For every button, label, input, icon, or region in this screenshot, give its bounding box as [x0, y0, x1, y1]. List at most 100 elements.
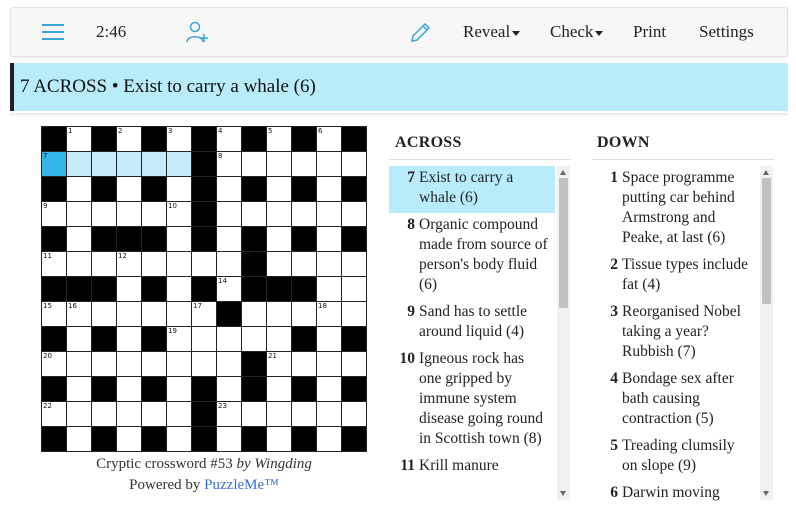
- down-clue[interactable]: 3 Reorganised Nobel taking a year? Rubbis…: [592, 300, 758, 367]
- grid-cell[interactable]: 16: [67, 302, 91, 326]
- grid-cell[interactable]: [342, 202, 366, 226]
- grid-cell[interactable]: [317, 402, 341, 426]
- grid-cell[interactable]: [117, 327, 141, 351]
- down-clue-list[interactable]: 1 Space programme putting car behind Arms…: [592, 166, 758, 506]
- scroll-up-icon[interactable]: [560, 170, 566, 175]
- grid-cell[interactable]: [142, 352, 166, 376]
- grid-cell[interactable]: 2: [117, 127, 141, 151]
- grid-cell[interactable]: [342, 252, 366, 276]
- across-clue[interactable]: 8 Organic compound made from source of pe…: [389, 213, 555, 300]
- grid-cell[interactable]: [167, 377, 191, 401]
- grid-cell[interactable]: [317, 227, 341, 251]
- grid-cell[interactable]: 18: [317, 302, 341, 326]
- grid-cell[interactable]: [242, 202, 266, 226]
- across-clue-list[interactable]: 7 Exist to carry a whale (6) 8 Organic comp…: [389, 166, 555, 506]
- grid-cell[interactable]: [117, 177, 141, 201]
- grid-cell[interactable]: [242, 402, 266, 426]
- across-scrollbar[interactable]: [557, 166, 570, 500]
- grid-cell[interactable]: [167, 277, 191, 301]
- grid-cell[interactable]: [292, 302, 316, 326]
- grid-cell[interactable]: 8: [217, 152, 241, 176]
- down-clue[interactable]: 6 Darwin moving: [592, 481, 758, 506]
- grid-cell[interactable]: [292, 352, 316, 376]
- grid-cell[interactable]: 10: [167, 202, 191, 226]
- grid-cell[interactable]: [267, 177, 291, 201]
- grid-cell[interactable]: [92, 252, 116, 276]
- grid-cell[interactable]: [292, 152, 316, 176]
- grid-cell[interactable]: [342, 277, 366, 301]
- reveal-menu[interactable]: Reveal: [463, 8, 521, 56]
- grid-cell[interactable]: 22: [42, 402, 66, 426]
- grid-cell[interactable]: [342, 152, 366, 176]
- grid-cell[interactable]: [117, 202, 141, 226]
- grid-cell[interactable]: [117, 302, 141, 326]
- grid-cell[interactable]: [317, 277, 341, 301]
- grid-cell[interactable]: [117, 277, 141, 301]
- add-user-icon[interactable]: [185, 20, 209, 44]
- grid-cell[interactable]: [67, 402, 91, 426]
- grid-cell[interactable]: [92, 152, 116, 176]
- grid-cell[interactable]: 6: [317, 127, 341, 151]
- grid-cell[interactable]: [217, 177, 241, 201]
- grid-cell[interactable]: [317, 177, 341, 201]
- grid-cell[interactable]: [142, 152, 166, 176]
- grid-cell[interactable]: [242, 302, 266, 326]
- grid-cell[interactable]: [67, 177, 91, 201]
- grid-cell[interactable]: [292, 402, 316, 426]
- across-clue[interactable]: 11 Krill manure: [389, 454, 555, 481]
- grid-cell[interactable]: [167, 227, 191, 251]
- grid-cell[interactable]: [217, 352, 241, 376]
- grid-cell[interactable]: [117, 377, 141, 401]
- grid-cell[interactable]: 5: [267, 127, 291, 151]
- grid-cell[interactable]: 1: [67, 127, 91, 151]
- grid-cell[interactable]: [217, 427, 241, 451]
- grid-cell[interactable]: [167, 152, 191, 176]
- grid-cell[interactable]: [67, 227, 91, 251]
- grid-cell[interactable]: [117, 352, 141, 376]
- grid-cell[interactable]: [317, 202, 341, 226]
- down-clue[interactable]: 5 Treading clumsily on slope (9): [592, 434, 758, 481]
- across-clue[interactable]: 7 Exist to carry a whale (6): [389, 166, 555, 213]
- grid-cell[interactable]: [217, 227, 241, 251]
- grid-cell[interactable]: [217, 252, 241, 276]
- grid-cell[interactable]: [292, 252, 316, 276]
- scroll-down-icon[interactable]: [763, 491, 769, 496]
- grid-cell[interactable]: [92, 202, 116, 226]
- grid-cell[interactable]: [342, 402, 366, 426]
- grid-cell[interactable]: [167, 427, 191, 451]
- down-scrollbar[interactable]: [760, 166, 773, 500]
- grid-cell[interactable]: [267, 202, 291, 226]
- grid-cell[interactable]: 9: [42, 202, 66, 226]
- grid-cell[interactable]: [217, 327, 241, 351]
- grid-cell[interactable]: [267, 402, 291, 426]
- grid-cell[interactable]: 4: [217, 127, 241, 151]
- grid-cell[interactable]: [167, 352, 191, 376]
- across-clue[interactable]: 10 Igneous rock has one gripped by immune…: [389, 347, 555, 454]
- grid-cell[interactable]: [317, 377, 341, 401]
- grid-cell[interactable]: [117, 152, 141, 176]
- down-clue[interactable]: 1 Space programme putting car behind Arms…: [592, 166, 758, 253]
- grid-cell[interactable]: [67, 152, 91, 176]
- pencil-icon[interactable]: [409, 20, 433, 44]
- grid-cell[interactable]: [192, 252, 216, 276]
- grid-cell[interactable]: [217, 202, 241, 226]
- grid-cell[interactable]: 14: [217, 277, 241, 301]
- grid-cell[interactable]: [342, 302, 366, 326]
- crossword-grid[interactable]: 1 2 3 4 5 6 7 8 9 10 11 12 13 14 15 16 17 18 19 20 21 22 23: [41, 126, 367, 452]
- puzzleme-link[interactable]: PuzzleMe™: [204, 477, 279, 493]
- grid-cell[interactable]: [142, 402, 166, 426]
- grid-cell[interactable]: [242, 327, 266, 351]
- grid-cell[interactable]: [242, 152, 266, 176]
- print-button[interactable]: Print: [633, 8, 666, 56]
- grid-cell[interactable]: [167, 252, 191, 276]
- grid-cell[interactable]: 12: [117, 252, 141, 276]
- grid-cell[interactable]: [67, 377, 91, 401]
- grid-cell[interactable]: [142, 202, 166, 226]
- settings-button[interactable]: Settings: [699, 8, 754, 56]
- hamburger-menu-icon[interactable]: [41, 20, 65, 44]
- grid-cell[interactable]: [192, 327, 216, 351]
- grid-cell[interactable]: [67, 252, 91, 276]
- grid-cell[interactable]: 11: [42, 252, 66, 276]
- grid-cell[interactable]: [167, 402, 191, 426]
- grid-cell[interactable]: 15: [42, 302, 66, 326]
